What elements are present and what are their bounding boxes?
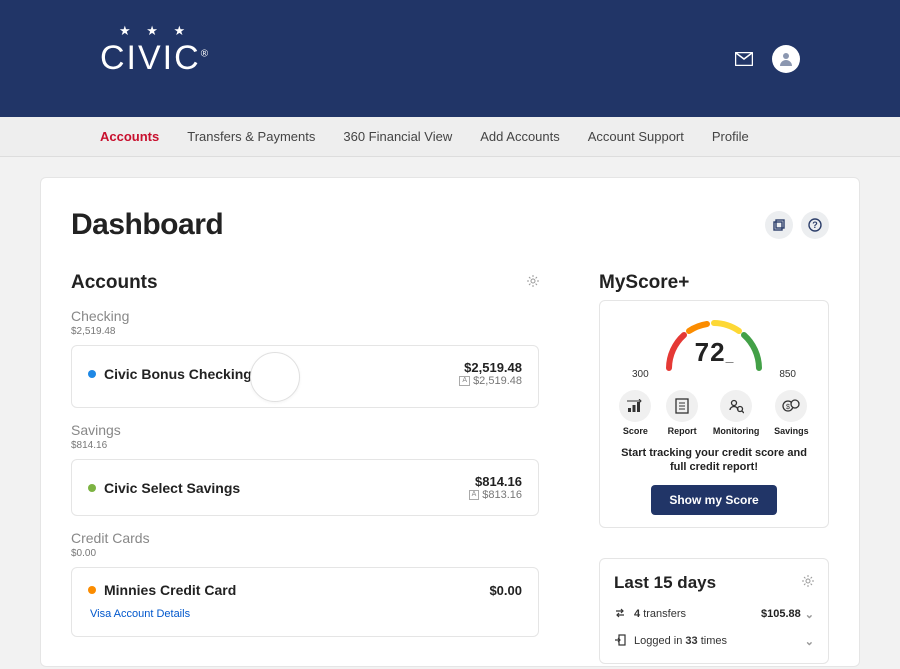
- page-header: Dashboard ?: [71, 208, 829, 242]
- logins-row[interactable]: Logged in 33 times ⌄: [614, 628, 814, 655]
- ghost-circle: [250, 352, 300, 402]
- dot-icon: [88, 484, 96, 492]
- login-icon: [614, 634, 626, 649]
- tile-label: Savings: [774, 426, 809, 436]
- tile-monitoring[interactable]: Monitoring: [713, 390, 760, 436]
- right-column: MyScore+ 72_ 300 850: [599, 272, 829, 664]
- balance-available: A $813.16: [469, 489, 522, 501]
- monitoring-icon: [720, 390, 752, 422]
- accounts-column: Accounts Checking $2,519.48 Civic Bonus …: [71, 272, 539, 664]
- category-label: Checking: [71, 308, 539, 324]
- account-name-text: Civic Select Savings: [104, 480, 240, 496]
- visa-details-link[interactable]: Visa Account Details: [88, 608, 190, 620]
- account-balances: $2,519.48 A $2,519.48: [459, 360, 522, 387]
- category-total: $814.16: [71, 440, 539, 451]
- svg-text:?: ?: [812, 220, 818, 230]
- score-tiles: Score Report Monitoring: [612, 390, 816, 436]
- nav-profile[interactable]: Profile: [712, 129, 749, 144]
- score-card: 72_ 300 850 Score: [599, 300, 829, 528]
- account-card[interactable]: Minnies Credit Card $0.00 Visa Account D…: [71, 567, 539, 637]
- account-name-text: Minnies Credit Card: [104, 582, 236, 598]
- copy-icon[interactable]: [765, 211, 793, 239]
- gear-icon[interactable]: [527, 274, 539, 292]
- tile-score[interactable]: Score: [619, 390, 651, 436]
- logo: ★ ★ ★ CIVIC®: [100, 39, 210, 78]
- mail-icon[interactable]: [730, 45, 758, 73]
- main-nav: Accounts Transfers & Payments 360 Financ…: [0, 117, 900, 157]
- gear-icon[interactable]: [802, 574, 814, 592]
- help-icon[interactable]: ?: [801, 211, 829, 239]
- transfers-row[interactable]: 4 transfers $105.88 ⌄: [614, 601, 814, 628]
- chevron-down-icon: ⌄: [805, 635, 814, 648]
- category-total: $0.00: [71, 548, 539, 559]
- tile-savings[interactable]: $ Savings: [774, 390, 809, 436]
- score-message: Start tracking your credit score and ful…: [612, 446, 816, 475]
- balance-available: A $2,519.48: [459, 375, 522, 387]
- account-name: Minnies Credit Card: [88, 582, 236, 598]
- nav-360[interactable]: 360 Financial View: [343, 129, 452, 144]
- document-icon: [666, 390, 698, 422]
- last-days-card: Last 15 days 4 transfers $105.88 ⌄: [599, 558, 829, 664]
- tile-label: Report: [668, 426, 697, 436]
- page-head-icons: ?: [765, 211, 829, 239]
- category-total: $2,519.48: [71, 326, 539, 337]
- header-icons: [730, 45, 800, 73]
- chevron-down-icon: ⌄: [805, 608, 814, 621]
- dot-icon: [88, 586, 96, 594]
- account-balances: $814.16 A $813.16: [469, 474, 522, 501]
- account-name: Civic Bonus Checking: [88, 366, 252, 382]
- nav-add-accounts[interactable]: Add Accounts: [480, 129, 560, 144]
- dot-icon: [88, 370, 96, 378]
- account-card[interactable]: Civic Select Savings $814.16 A $813.16: [71, 459, 539, 516]
- tile-label: Score: [623, 426, 648, 436]
- account-card[interactable]: Civic Bonus Checking $2,519.48 A $2,519.…: [71, 345, 539, 408]
- bars-icon: [619, 390, 651, 422]
- balance-main: $814.16: [469, 474, 522, 489]
- account-name: Civic Select Savings: [88, 480, 240, 496]
- logo-text: ★ ★ ★ CIVIC®: [100, 39, 210, 78]
- logo-stars-icon: ★ ★ ★: [100, 23, 210, 39]
- transfer-icon: [614, 607, 626, 622]
- transfers-amount: $105.88: [761, 608, 801, 620]
- last-days-title: Last 15 days: [614, 573, 716, 593]
- score-value: 72_: [649, 337, 779, 368]
- nav-accounts[interactable]: Accounts: [100, 129, 159, 144]
- tile-label: Monitoring: [713, 426, 760, 436]
- nav-transfers[interactable]: Transfers & Payments: [187, 129, 315, 144]
- coins-icon: $: [775, 390, 807, 422]
- page-title: Dashboard: [71, 208, 223, 242]
- show-score-button[interactable]: Show my Score: [651, 485, 776, 515]
- svg-text:$: $: [786, 404, 790, 411]
- balance-main: $0.00: [489, 583, 522, 598]
- account-balances: $0.00: [489, 583, 522, 598]
- nav-support[interactable]: Account Support: [588, 129, 684, 144]
- avatar[interactable]: [772, 45, 800, 73]
- balance-main: $2,519.48: [459, 360, 522, 375]
- category-label: Credit Cards: [71, 530, 539, 546]
- tile-report[interactable]: Report: [666, 390, 698, 436]
- dashboard-container: Dashboard ? Accounts Checking $2,519.48: [40, 177, 860, 667]
- score-min: 300: [632, 369, 649, 380]
- available-badge: A: [469, 490, 480, 500]
- score-max: 850: [779, 369, 796, 380]
- category-label: Savings: [71, 422, 539, 438]
- accounts-heading: Accounts: [71, 272, 158, 294]
- app-header: ★ ★ ★ CIVIC®: [0, 0, 900, 117]
- account-name-text: Civic Bonus Checking: [104, 366, 252, 382]
- myscore-heading: MyScore+: [599, 272, 829, 294]
- available-badge: A: [459, 376, 470, 386]
- gauge: 72_: [649, 313, 779, 373]
